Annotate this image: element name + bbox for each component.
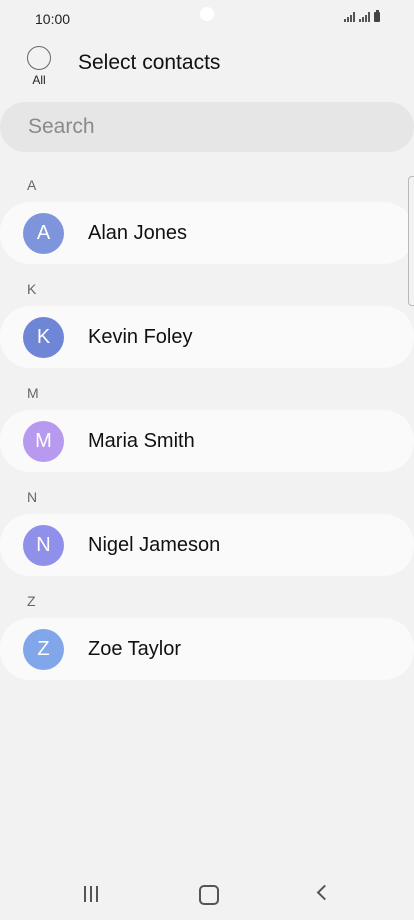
contact-section: M M Maria Smith (0, 374, 414, 478)
select-all-checkbox[interactable]: All (26, 46, 52, 87)
contact-section: K K Kevin Foley (0, 270, 414, 374)
avatar: Z (23, 629, 64, 670)
section-header: K (27, 281, 37, 297)
contact-item-alan-jones[interactable]: A Alan Jones (0, 202, 414, 264)
contact-item-nigel-jameson[interactable]: N Nigel Jameson (0, 514, 414, 576)
search-bar[interactable] (0, 102, 414, 152)
contact-name: Alan Jones (88, 222, 187, 244)
camera-cutout (200, 7, 214, 21)
section-header: N (27, 489, 38, 505)
home-icon[interactable] (199, 885, 219, 905)
recents-icon[interactable] (84, 886, 98, 902)
contact-name: Maria Smith (88, 430, 195, 452)
status-time: 10:00 (35, 11, 71, 27)
page-title: Select contacts (78, 51, 221, 74)
avatar: M (23, 421, 64, 462)
contact-name: Nigel Jameson (88, 534, 221, 556)
section-header: M (27, 385, 39, 401)
signal-icon (344, 12, 355, 22)
contact-list: A A Alan Jones K K Kevin Foley M M Maria… (0, 166, 414, 686)
contact-section: Z Z Zoe Taylor (0, 582, 414, 686)
signal-icon (359, 12, 370, 22)
contact-name: Kevin Foley (88, 326, 193, 348)
navigation-bar (0, 866, 414, 920)
select-all-label: All (32, 73, 46, 87)
contact-item-zoe-taylor[interactable]: Z Zoe Taylor (0, 618, 414, 680)
contact-item-kevin-foley[interactable]: K Kevin Foley (0, 306, 414, 368)
contact-item-maria-smith[interactable]: M Maria Smith (0, 410, 414, 472)
back-icon[interactable] (316, 884, 333, 901)
fast-scroll-handle[interactable] (408, 176, 414, 306)
header: All Select contacts (0, 38, 414, 94)
avatar: A (23, 213, 64, 254)
avatar: K (23, 317, 64, 358)
status-icons (344, 10, 380, 22)
contact-section: A A Alan Jones (0, 166, 414, 270)
avatar: N (23, 525, 64, 566)
search-input[interactable] (28, 114, 388, 140)
section-header: A (27, 177, 37, 193)
status-bar: 10:00 (0, 0, 414, 38)
select-all-circle-icon[interactable] (27, 46, 51, 70)
contact-section: N N Nigel Jameson (0, 478, 414, 582)
section-header: Z (27, 593, 36, 609)
contact-name: Zoe Taylor (88, 638, 182, 660)
battery-icon (374, 10, 380, 22)
